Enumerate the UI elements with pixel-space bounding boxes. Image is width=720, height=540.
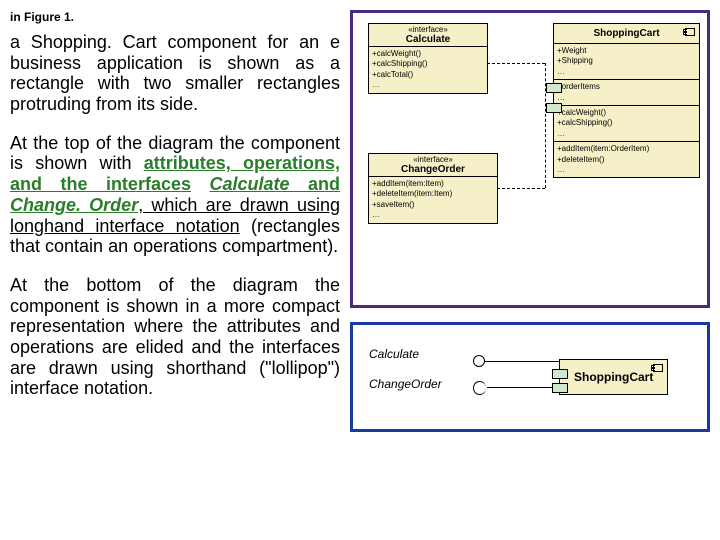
p2-and: and (290, 174, 340, 194)
uml-diagram-longhand: «interface» Calculate +calcWeight() +cal… (350, 10, 710, 308)
ellipsis: … (557, 67, 696, 77)
change-stereotype: «interface» (371, 155, 495, 164)
calc-header: «interface» Calculate (369, 24, 487, 47)
comp-ops1: +calcWeight() +calcShipping() … (554, 106, 699, 142)
calc-stereotype: «interface» (371, 25, 485, 34)
calc-op: +calcWeight() (372, 49, 484, 59)
calc-op: +calcShipping() (372, 59, 484, 69)
comp-compact-name: ShoppingCart (574, 370, 653, 384)
paragraph-3: At the bottom of the diagram the compone… (10, 275, 340, 399)
component-icon (685, 28, 695, 36)
component-compact: ShoppingCart (559, 359, 668, 395)
comp-name: ShoppingCart (554, 24, 699, 44)
port-lug (546, 103, 562, 113)
change-op: +addItem(item:Item) (372, 179, 494, 189)
change-ops: +addItem(item:Item) +deleteItem(item:Ite… (369, 177, 497, 223)
port-lug (552, 383, 568, 393)
comp-ops2: +addItem(item:OrderItem) +deleteItem() … (554, 142, 699, 177)
component-icon (653, 364, 663, 372)
lollipop-ball (473, 355, 485, 367)
realization-line (545, 63, 546, 188)
port-lug (546, 83, 562, 93)
assoc: +orderItems (557, 82, 696, 92)
paragraph-1: a Shopping. Cart component for an e busi… (10, 32, 340, 115)
change-name: ChangeOrder (371, 164, 495, 175)
calc-ops: +calcWeight() +calcShipping() +calcTotal… (369, 47, 487, 93)
label-calculate: Calculate (369, 347, 419, 361)
realization-line (497, 188, 545, 189)
calc-name: Calculate (371, 34, 485, 45)
label-changeorder: ChangeOrder (369, 377, 442, 391)
connector-line (485, 361, 559, 362)
change-header: «interface» ChangeOrder (369, 154, 497, 177)
ellipsis: … (557, 165, 696, 175)
connector-line (487, 387, 559, 388)
p2-changeorder: Change. Order (10, 195, 138, 215)
lollipop-socket (473, 381, 486, 395)
op: +addItem(item:OrderItem) (557, 144, 696, 154)
interface-calculate: «interface» Calculate +calcWeight() +cal… (368, 23, 488, 94)
p2-sp1 (191, 174, 209, 194)
p2-calculate: Calculate (209, 174, 289, 194)
comp-attributes: +Weight +Shipping … (554, 44, 699, 80)
port-lug (552, 369, 568, 379)
figure-reference: in Figure 1. (10, 10, 340, 24)
op: +calcShipping() (557, 118, 696, 128)
uml-diagram-shorthand: Calculate ChangeOrder ShoppingCart (350, 322, 710, 432)
component-shoppingcart: ShoppingCart +Weight +Shipping … +orderI… (553, 23, 700, 178)
op: +calcWeight() (557, 108, 696, 118)
paragraph-2: At the top of the diagram the component … (10, 133, 340, 257)
op: +deleteItem() (557, 155, 696, 165)
attr: +Weight (557, 46, 696, 56)
ellipsis: … (557, 129, 696, 139)
interface-changeorder: «interface» ChangeOrder +addItem(item:It… (368, 153, 498, 224)
change-op: +saveItem() (372, 200, 494, 210)
ellipsis: … (372, 210, 494, 220)
ellipsis: … (372, 80, 484, 90)
change-op: +deleteItem(item:Item) (372, 189, 494, 199)
attr: +Shipping (557, 56, 696, 66)
comp-assoc: +orderItems … (554, 80, 699, 106)
ellipsis: … (557, 93, 696, 103)
realization-line (487, 63, 545, 64)
calc-op: +calcTotal() (372, 70, 484, 80)
